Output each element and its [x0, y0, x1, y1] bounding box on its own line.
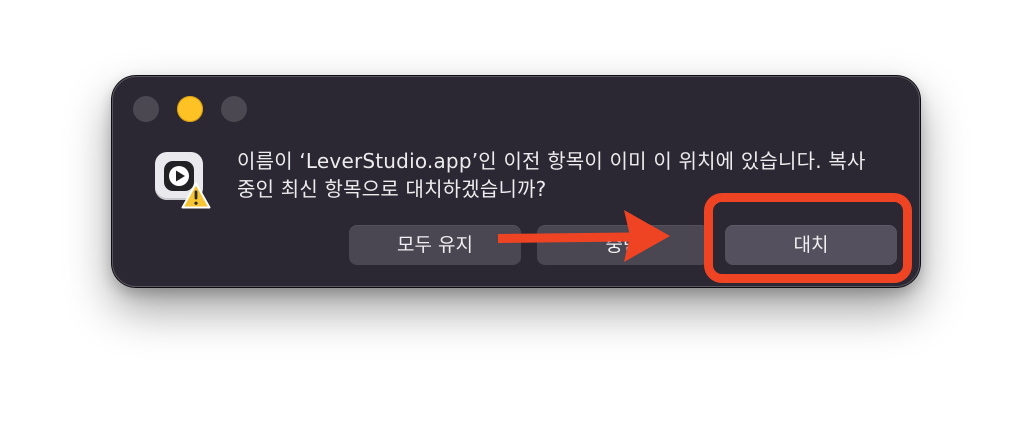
window-minimize-button[interactable]	[177, 96, 203, 122]
annotation-highlight-box	[704, 193, 912, 283]
annotation-arrow-icon	[498, 210, 670, 262]
leverstudio-app-icon	[153, 150, 211, 210]
warning-triangle-icon	[181, 182, 211, 209]
stage: 이름이 ‘LeverStudio.app’인 이전 항목이 이미 이 위치에 있…	[0, 0, 1032, 436]
window-zoom-button[interactable]	[221, 96, 247, 122]
window-close-button[interactable]	[133, 96, 159, 122]
